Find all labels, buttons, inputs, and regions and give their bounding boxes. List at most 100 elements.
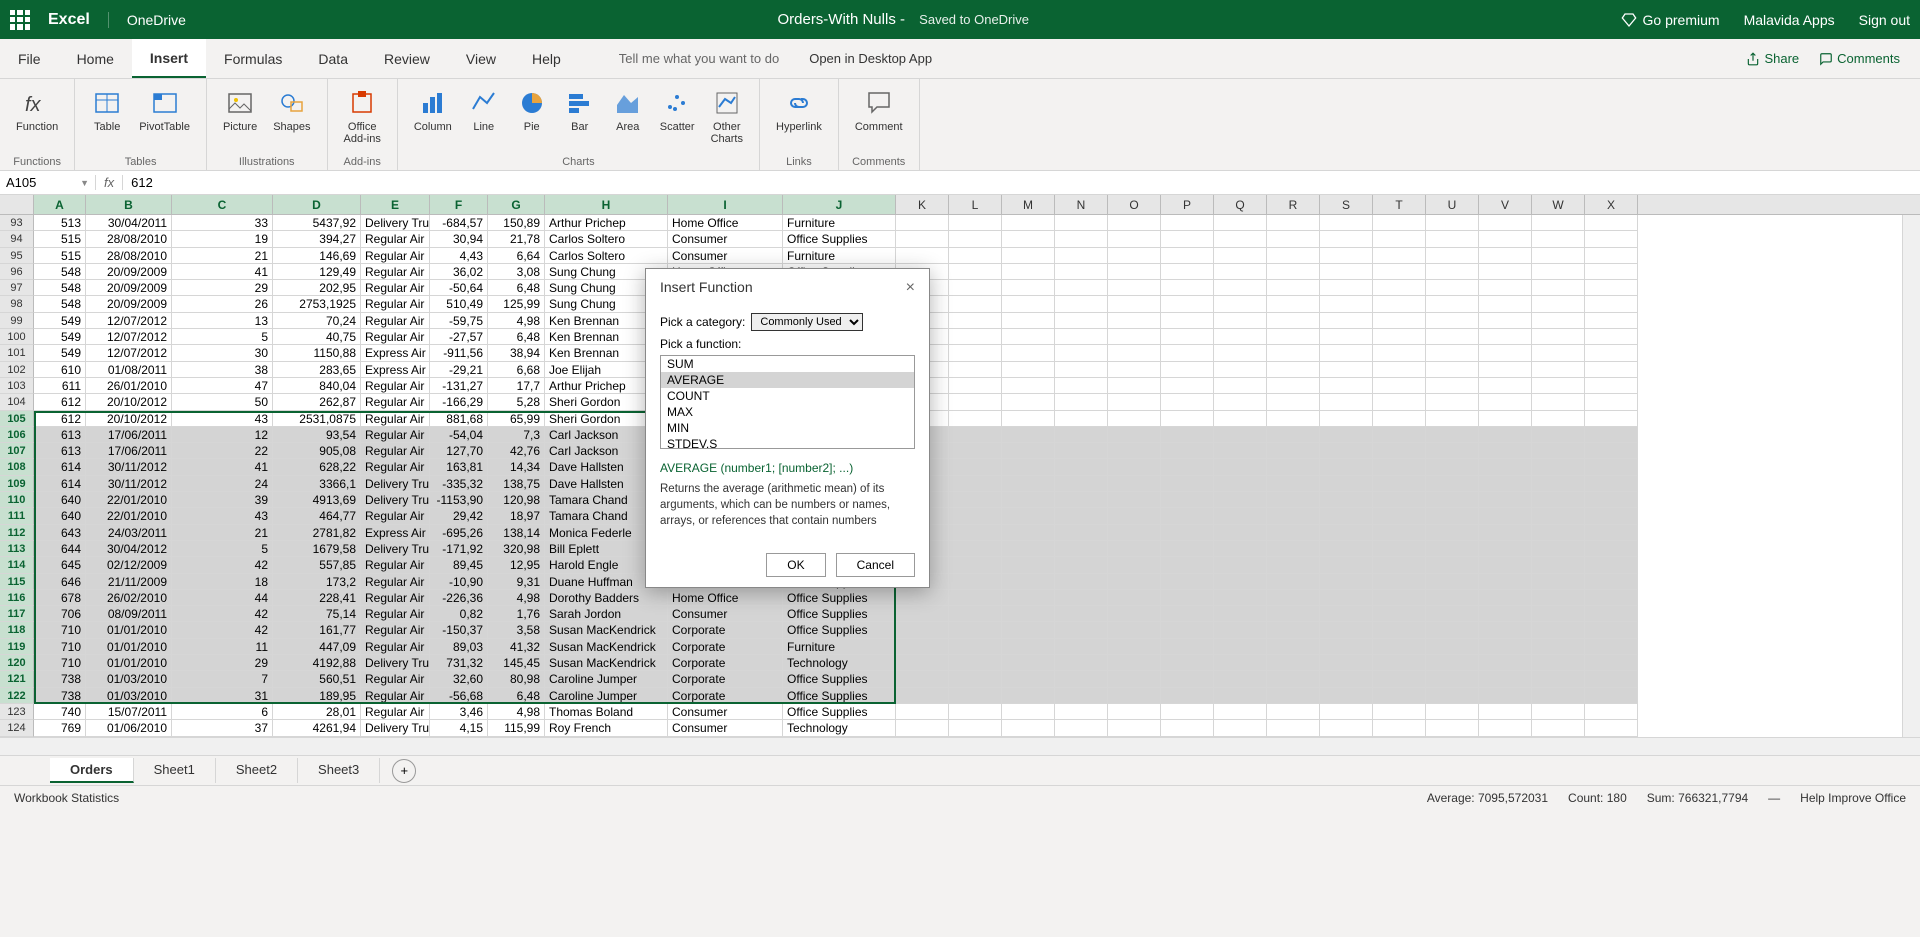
cell[interactable] (1373, 329, 1426, 345)
cell[interactable] (1373, 313, 1426, 329)
cell[interactable] (949, 296, 1002, 312)
cell[interactable]: 1150,88 (273, 345, 361, 361)
column-header-Q[interactable]: Q (1214, 195, 1267, 214)
cell[interactable] (1161, 508, 1214, 524)
cell[interactable]: 21 (172, 525, 273, 541)
cell[interactable] (1002, 525, 1055, 541)
cell[interactable] (1002, 606, 1055, 622)
tell-me-input[interactable]: Tell me what you want to do (619, 51, 779, 66)
cell[interactable] (1532, 296, 1585, 312)
cell[interactable]: 41 (172, 264, 273, 280)
cell[interactable] (1214, 215, 1267, 231)
cell[interactable] (1055, 378, 1108, 394)
cell[interactable] (1426, 443, 1479, 459)
cell[interactable] (1479, 704, 1532, 720)
cell[interactable]: 37 (172, 720, 273, 736)
cell[interactable]: Home Office (668, 215, 783, 231)
cell[interactable]: 30 (172, 345, 273, 361)
cell[interactable]: 01/01/2010 (86, 655, 172, 671)
cell[interactable] (949, 264, 1002, 280)
cell[interactable] (1426, 525, 1479, 541)
spreadsheet-grid[interactable]: ABCDEFGHIJKLMNOPQRSTUVWX 9351330/04/2011… (0, 195, 1920, 737)
cell[interactable] (1585, 394, 1638, 410)
cell[interactable]: 614 (34, 459, 86, 475)
row-header[interactable]: 94 (0, 231, 34, 247)
column-header-I[interactable]: I (668, 195, 783, 214)
cell[interactable] (1055, 427, 1108, 443)
cell[interactable]: 32,60 (430, 671, 488, 687)
cell[interactable] (896, 655, 949, 671)
cell[interactable] (1426, 557, 1479, 573)
cell[interactable] (1532, 476, 1585, 492)
cell[interactable] (1267, 671, 1320, 687)
cell[interactable] (949, 671, 1002, 687)
function-max[interactable]: MAX (661, 404, 914, 420)
cell[interactable] (1002, 459, 1055, 475)
cell[interactable]: 12 (172, 427, 273, 443)
help-improve[interactable]: Help Improve Office (1800, 791, 1906, 805)
cell[interactable] (1214, 655, 1267, 671)
cell[interactable]: 12/07/2012 (86, 329, 172, 345)
cell[interactable] (1161, 720, 1214, 736)
cell[interactable] (949, 541, 1002, 557)
row-header[interactable]: 112 (0, 525, 34, 541)
cell[interactable] (1267, 411, 1320, 427)
cell[interactable] (1214, 378, 1267, 394)
cell[interactable]: Regular Air (361, 557, 430, 573)
ribbon-office-add-ins[interactable]: Office Add-ins (338, 85, 387, 147)
cell[interactable]: Delivery Truck (361, 215, 430, 231)
cell[interactable]: 2781,82 (273, 525, 361, 541)
cell[interactable] (1214, 606, 1267, 622)
cell[interactable] (1055, 557, 1108, 573)
cell[interactable] (1320, 574, 1373, 590)
cell[interactable]: 43 (172, 411, 273, 427)
cell[interactable] (1002, 639, 1055, 655)
column-header-X[interactable]: X (1585, 195, 1638, 214)
cell[interactable] (1161, 688, 1214, 704)
row-header[interactable]: 101 (0, 345, 34, 361)
cell[interactable] (1214, 231, 1267, 247)
cell[interactable]: -50,64 (430, 280, 488, 296)
cell[interactable]: 7 (172, 671, 273, 687)
comments-button[interactable]: Comments (1819, 51, 1900, 66)
column-header-R[interactable]: R (1267, 195, 1320, 214)
cell[interactable] (1055, 720, 1108, 736)
cell[interactable] (1055, 704, 1108, 720)
cell[interactable]: 13 (172, 313, 273, 329)
cell[interactable]: Office Supplies (783, 688, 896, 704)
cell[interactable]: 320,98 (488, 541, 545, 557)
cell[interactable]: Consumer (668, 720, 783, 736)
cell[interactable] (1108, 248, 1161, 264)
cell[interactable]: 4,98 (488, 704, 545, 720)
cell[interactable]: -56,68 (430, 688, 488, 704)
cell[interactable] (949, 280, 1002, 296)
row-header[interactable]: 98 (0, 296, 34, 312)
cell[interactable]: 557,85 (273, 557, 361, 573)
cell[interactable] (1214, 590, 1267, 606)
cell[interactable] (1426, 313, 1479, 329)
cell[interactable]: Caroline Jumper (545, 688, 668, 704)
cell[interactable] (1055, 248, 1108, 264)
cell[interactable] (1267, 655, 1320, 671)
row-header[interactable]: 113 (0, 541, 34, 557)
cell[interactable]: -131,27 (430, 378, 488, 394)
cell[interactable]: 47 (172, 378, 273, 394)
row-header[interactable]: 104 (0, 394, 34, 410)
cell[interactable]: 38,94 (488, 345, 545, 361)
row-header[interactable]: 93 (0, 215, 34, 231)
row-header[interactable]: 108 (0, 459, 34, 475)
cell[interactable] (1373, 622, 1426, 638)
cell[interactable] (1532, 362, 1585, 378)
cell[interactable]: 33 (172, 215, 273, 231)
cell[interactable] (1585, 574, 1638, 590)
cell[interactable] (1108, 264, 1161, 280)
cell[interactable] (1479, 215, 1532, 231)
cell[interactable]: Corporate (668, 688, 783, 704)
cell[interactable] (1426, 541, 1479, 557)
cell[interactable]: -54,04 (430, 427, 488, 443)
cell[interactable]: 5 (172, 541, 273, 557)
cell[interactable]: 3,58 (488, 622, 545, 638)
cell[interactable]: Regular Air (361, 313, 430, 329)
cell[interactable]: 30/04/2011 (86, 215, 172, 231)
cell[interactable] (1426, 639, 1479, 655)
